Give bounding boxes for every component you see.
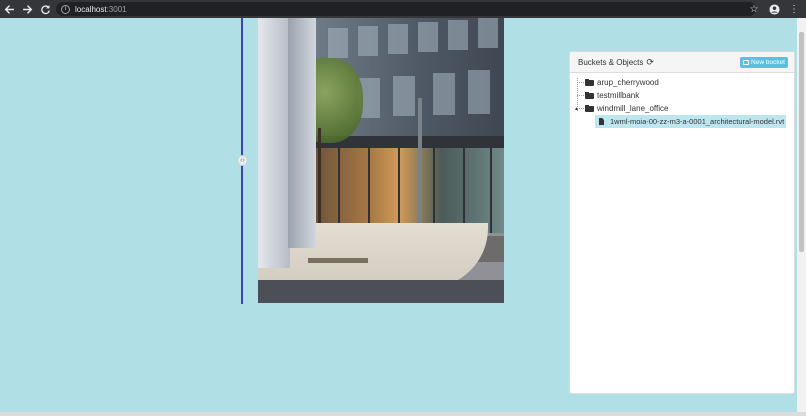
tree-node-bucket[interactable]: testmillbank <box>570 89 794 102</box>
tree-node-object-selected[interactable]: 1wml-moia-00-zz-m3-a-0001_architectural-… <box>595 115 786 128</box>
collapse-toggle-icon[interactable]: ▲ <box>574 106 579 112</box>
new-bucket-label: New bucket <box>751 58 785 66</box>
url-host: localhost <box>75 4 107 14</box>
menu-dots-icon[interactable]: ⋮ <box>788 3 800 15</box>
buckets-panel: Buckets & Objects ⟳ New bucket arup_cher… <box>569 51 795 394</box>
tree-node-bucket[interactable]: arup_cherrywood <box>570 76 794 89</box>
bottom-scrollbar[interactable] <box>0 412 806 416</box>
forward-arrow-icon[interactable] <box>18 0 36 18</box>
resize-handle-icon[interactable]: ‹› <box>237 155 248 166</box>
refresh-icon[interactable]: ⟳ <box>646 57 654 68</box>
bucket-label[interactable]: testmillbank <box>597 91 639 100</box>
object-label[interactable]: 1wml-moia-00-zz-m3-a-0001_architectural-… <box>610 117 784 126</box>
info-icon[interactable]: i <box>61 4 70 14</box>
star-icon[interactable]: ☆ <box>748 3 760 15</box>
tree-node-bucket[interactable]: ▲ windmill_lane_office <box>570 102 794 115</box>
file-icon <box>599 118 604 125</box>
toolbar-right-icons: ☆ ⋮ <box>748 0 800 18</box>
browser-toolbar: i localhost:3001 ☆ ⋮ <box>0 0 806 18</box>
panel-title: Buckets & Objects <box>578 57 644 67</box>
folder-icon <box>743 59 750 65</box>
folder-open-icon <box>585 91 594 99</box>
url-port: :3001 <box>106 4 127 14</box>
scrollbar-thumb[interactable] <box>799 32 804 252</box>
folder-open-icon <box>585 78 594 86</box>
back-arrow-icon[interactable] <box>0 0 18 18</box>
panel-header: Buckets & Objects ⟳ New bucket <box>570 52 794 73</box>
building-photo <box>258 18 504 303</box>
page-scrollbar[interactable] <box>797 18 806 414</box>
profile-icon[interactable] <box>768 3 780 15</box>
folder-open-icon <box>585 104 594 112</box>
bucket-label[interactable]: arup_cherrywood <box>597 78 659 87</box>
address-bar[interactable]: i localhost:3001 <box>56 2 756 16</box>
reload-icon[interactable] <box>36 0 54 18</box>
bucket-label[interactable]: windmill_lane_office <box>597 104 668 113</box>
new-bucket-button[interactable]: New bucket <box>740 56 788 68</box>
bucket-tree: arup_cherrywood testmillbank ▲ windmill_… <box>570 73 794 128</box>
url-text: localhost:3001 <box>75 5 127 14</box>
